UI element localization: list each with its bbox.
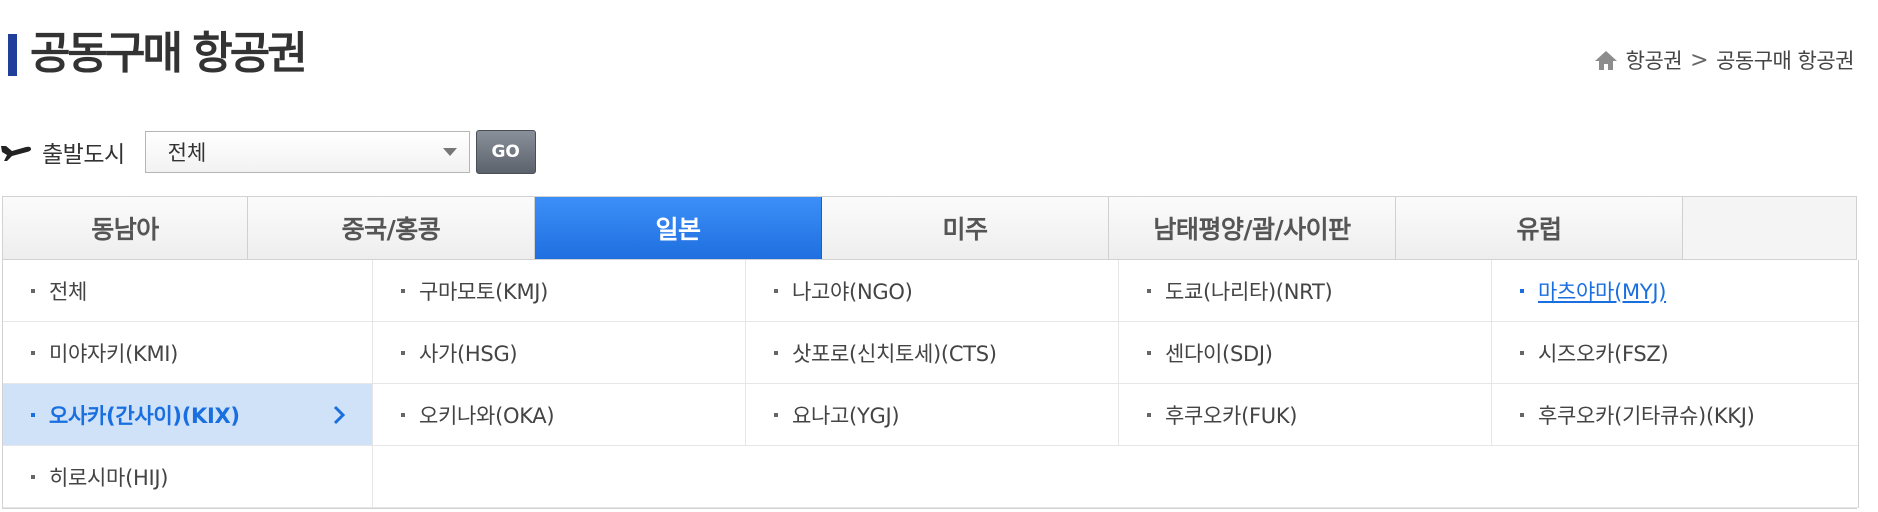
city-item[interactable]: 오키나와(OKA) [373, 384, 746, 446]
chevron-right-icon [333, 405, 346, 425]
city-label: 센다이(SDJ) [1165, 341, 1273, 366]
go-button[interactable]: GO [475, 130, 536, 174]
city-item-link[interactable]: 마츠야마(MYJ) [1492, 260, 1858, 322]
city-item[interactable]: 센다이(SDJ) [1119, 322, 1492, 384]
city-label: 후쿠오카(FUK) [1165, 403, 1298, 428]
breadcrumb-item-group-flights: 공동구매 항공권 [1716, 49, 1854, 73]
breadcrumb-separator: > [1690, 47, 1709, 73]
city-item[interactable]: 후쿠오카(FUK) [1119, 384, 1492, 446]
city-label: 마츠야마(MYJ) [1538, 279, 1667, 304]
departure-city-select-value: 전체 [167, 141, 207, 165]
tab-china-hongkong[interactable]: 중국/홍콩 [248, 197, 535, 259]
city-item[interactable]: 전체 [3, 260, 373, 322]
city-label: 오키나와(OKA) [419, 403, 555, 428]
city-label: 사가(HSG) [419, 341, 518, 366]
city-label: 전체 [49, 279, 88, 304]
tab-japan[interactable]: 일본 [535, 197, 822, 259]
departure-city-select[interactable]: 전체 [144, 131, 470, 173]
city-item[interactable]: 히로시마(HIJ) [3, 446, 373, 508]
city-item[interactable]: 미야자키(KMI) [3, 322, 373, 384]
title-accent-bar [8, 34, 17, 76]
city-label: 나고야(NGO) [792, 279, 913, 304]
city-item[interactable]: 도쿄(나리타)(NRT) [1119, 260, 1492, 322]
city-label: 구마모토(KMJ) [419, 279, 549, 304]
empty-cell [746, 446, 1119, 508]
city-label: 삿포로(신치토세)(CTS) [792, 341, 997, 366]
city-item[interactable]: 후쿠오카(기타큐슈)(KKJ) [1492, 384, 1858, 446]
list-bottom-border [2, 508, 1857, 509]
city-item[interactable]: 사가(HSG) [373, 322, 746, 384]
city-label: 오사카(간사이)(KIX) [49, 403, 240, 428]
region-tabs: 동남아 중국/홍콩 일본 미주 남태평양/괌/사이판 유럽 [2, 196, 1857, 260]
city-item[interactable]: 삿포로(신치토세)(CTS) [746, 322, 1119, 384]
empty-cell [1492, 446, 1858, 508]
city-item-selected[interactable]: 오사카(간사이)(KIX) [3, 384, 373, 446]
plane-icon [1, 146, 31, 161]
tab-europe[interactable]: 유럽 [1396, 197, 1683, 259]
city-label: 후쿠오카(기타큐슈)(KKJ) [1538, 403, 1755, 428]
city-item[interactable]: 요나고(YGJ) [746, 384, 1119, 446]
empty-cell [1119, 446, 1492, 508]
home-icon[interactable] [1594, 49, 1618, 71]
breadcrumb: 항공권 > 공동구매 항공권 [1594, 45, 1854, 75]
tab-americas[interactable]: 미주 [822, 197, 1109, 259]
empty-cell [373, 446, 746, 508]
tab-south-pacific[interactable]: 남태평양/괌/사이판 [1109, 197, 1396, 259]
city-item[interactable]: 구마모토(KMJ) [373, 260, 746, 322]
page-title: 공동구매 항공권 [30, 28, 308, 79]
city-label: 요나고(YGJ) [792, 403, 900, 428]
city-label: 히로시마(HIJ) [49, 465, 169, 490]
city-list: 전체 구마모토(KMJ) 나고야(NGO) 도쿄(나리타)(NRT) 마츠야마(… [2, 260, 1859, 508]
departure-city-filter: 출발도시 전체 GO [0, 130, 536, 174]
city-label: 시즈오카(FSZ) [1538, 341, 1669, 366]
city-label: 도쿄(나리타)(NRT) [1165, 279, 1333, 304]
tab-southeast-asia[interactable]: 동남아 [3, 197, 248, 259]
breadcrumb-item-flights[interactable]: 항공권 [1626, 45, 1683, 75]
city-label: 미야자키(KMI) [49, 341, 179, 366]
city-item[interactable]: 나고야(NGO) [746, 260, 1119, 322]
departure-city-label: 출발도시 [42, 142, 125, 168]
city-item[interactable]: 시즈오카(FSZ) [1492, 322, 1858, 384]
chevron-down-icon [442, 148, 457, 156]
